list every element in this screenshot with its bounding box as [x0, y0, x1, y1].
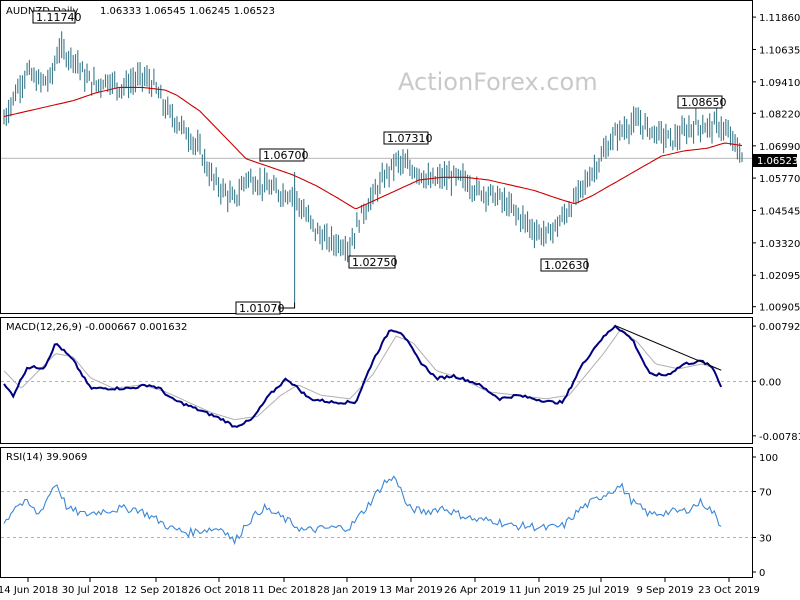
rsi-y-tick-label: 30: [759, 534, 772, 545]
x-tick-label: 14 Jun 2018: [0, 585, 58, 596]
x-tick-label: 26 Oct 2018: [188, 585, 250, 596]
x-tick-label: 11 Dec 2018: [252, 585, 316, 596]
x-tick-label: 23 Oct 2019: [698, 585, 760, 596]
callout-label: 1.06700: [263, 149, 309, 162]
macd-y-tick-label: 0.007923: [759, 322, 800, 333]
x-tick-label: 26 Apr 2019: [444, 585, 506, 596]
callout-label: 1.11740: [36, 11, 82, 24]
price-y-tick-label: 1.02095: [759, 271, 800, 282]
x-tick-label: 25 Jul 2019: [573, 585, 630, 596]
price-callout: 1.06700: [259, 148, 309, 162]
price-callout: 1.11740: [32, 10, 82, 24]
macd-y-tick-label: -0.007816: [759, 432, 800, 443]
callout-label: 1.01070: [239, 302, 285, 315]
price-callout: 1.02630: [540, 258, 590, 272]
price-y-tick-label: 1.10635: [759, 45, 800, 56]
price-y-tick-label: 1.06990: [759, 142, 800, 153]
callout-label: 1.08650: [681, 96, 727, 109]
rsi-panel-frame: [0, 447, 753, 578]
watermark-text: ActionForex.com: [398, 68, 598, 96]
price-y-tick-label: 1.11860: [759, 13, 800, 24]
price-header-ohlc: 1.06333 1.06545 1.06245 1.06523: [100, 6, 275, 17]
x-tick-label: 28 Jan 2019: [317, 585, 377, 596]
price-callout: 1.07310: [383, 131, 433, 145]
price-callout: 1.02750: [348, 255, 398, 269]
rsi-y-tick-label: 70: [759, 488, 772, 499]
price-y-tick-label: 1.00905: [759, 303, 800, 314]
callout-label: 1.02630: [544, 259, 590, 272]
x-tick-label: 13 Mar 2019: [379, 585, 442, 596]
rsi-y-tick-label: 0: [759, 568, 765, 579]
price-y-tick-label: 1.08220: [759, 109, 800, 120]
chart-canvas: ActionForex.com AUDNZD,Daily 1.06333 1.0…: [0, 0, 800, 596]
macd-title: MACD(12,26,9) -0.000667 0.001632: [6, 322, 187, 333]
x-tick-label: 11 Jun 2019: [509, 585, 569, 596]
x-tick-label: 30 Jul 2018: [62, 585, 119, 596]
svg-text:1.06523: 1.06523: [757, 156, 798, 167]
rsi-title: RSI(14) 39.9069: [6, 452, 87, 463]
rsi-y-tick-label: 100: [759, 453, 778, 464]
price-y-tick-label: 1.04545: [759, 206, 800, 217]
macd-y-tick-label: 0.00: [759, 377, 781, 388]
x-tick-label: 9 Sep 2019: [636, 585, 693, 596]
price-y-tick-label: 1.03320: [759, 239, 800, 250]
callout-label: 1.02750: [352, 256, 398, 269]
price-y-tick-label: 1.09410: [759, 78, 800, 89]
callout-label: 1.07310: [387, 132, 433, 145]
price-callout: 1.08650: [677, 95, 727, 109]
price-y-tick-label: 1.05770: [759, 174, 800, 185]
last-price-tag: 1.06523: [753, 154, 798, 167]
x-tick-label: 12 Sep 2018: [124, 585, 187, 596]
